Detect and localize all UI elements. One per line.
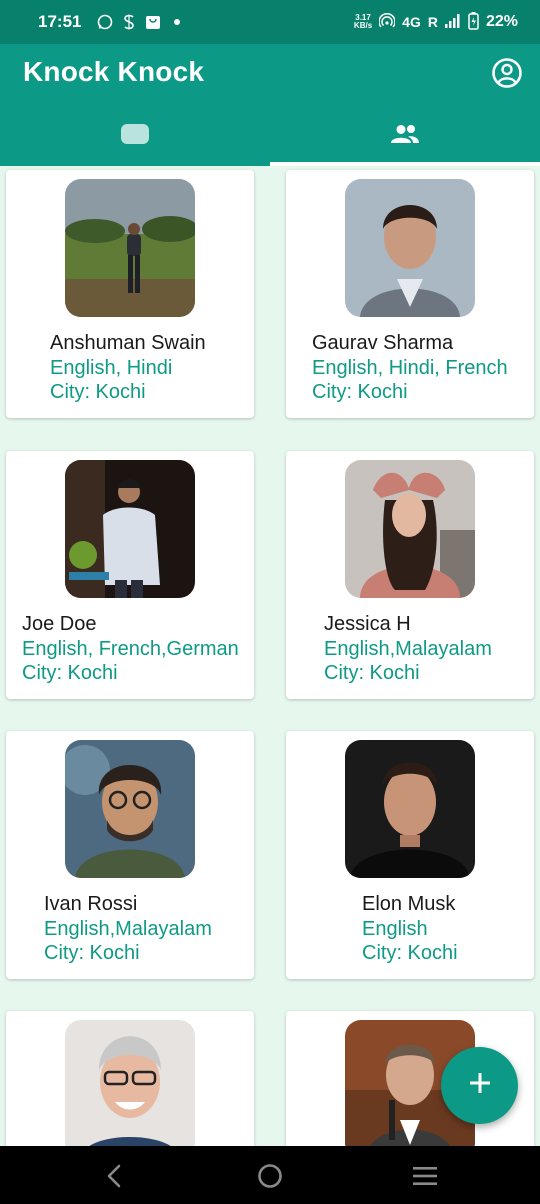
contact-city: City: Kochi [324,662,420,684]
contact-city: City: Kochi [50,381,146,403]
chat-bubble-icon [120,123,150,150]
bag-icon [145,14,161,30]
contact-name: Joe Doe [22,613,97,635]
contact-languages: English [362,918,428,940]
contact-name: Jessica H [324,613,411,635]
status-time: 17:51 [38,12,82,31]
battery-percentage: 22% [485,13,518,30]
back-icon[interactable] [101,1163,127,1189]
contact-photo [345,179,475,317]
home-icon[interactable] [257,1163,283,1189]
net-speed: 3.17 KB/s [354,14,372,30]
contact-card[interactable] [6,1011,254,1146]
contact-name: Elon Musk [362,893,456,915]
tab-chats[interactable] [0,106,270,166]
contact-card[interactable]: Elon Musk English City: Kochi [286,731,534,979]
dot-icon [169,14,185,30]
contact-languages: English,Malayalam [44,918,212,940]
recents-icon[interactable] [412,1163,438,1189]
app-root: { "status_bar": { "time": "17:51", "net_… [0,0,540,1204]
contact-city: City: Kochi [22,662,118,684]
contact-languages: English, Hindi [50,357,173,379]
contact-photo [345,460,475,598]
contact-info: Joe Doe English, French,German City: Koc… [22,612,239,685]
contact-languages: English, Hindi, French [312,357,508,379]
contact-info: Elon Musk English City: Kochi [362,892,458,965]
contact-name: Ivan Rossi [44,893,138,915]
tab-bar [0,106,540,166]
contact-photo [65,460,195,598]
whatsapp-icon [97,14,113,30]
contact-name: Gaurav Sharma [312,332,454,354]
network-type: 4G [402,14,421,30]
add-contact-button[interactable] [441,1047,518,1124]
contact-info: Gaurav Sharma English, Hindi, French Cit… [312,331,508,404]
contact-city: City: Kochi [44,942,140,964]
roaming-indicator: R [427,14,438,30]
contact-name: Anshuman Swain [50,332,206,354]
battery-icon [468,11,479,33]
account-circle-icon[interactable] [491,57,523,89]
contact-info: Jessica H English,Malayalam City: Kochi [324,612,492,685]
app-notification-icon [121,14,137,30]
contact-photo [345,740,475,878]
signal-icon [444,13,461,31]
contact-card[interactable]: Gaurav Sharma English, Hindi, French Cit… [286,170,534,418]
hotspot-icon [378,12,396,32]
contact-languages: English,Malayalam [324,638,492,660]
tab-people[interactable] [270,106,540,166]
contact-photo [65,1020,195,1146]
app-bar: Knock Knock [0,44,540,166]
contact-grid: Anshuman Swain English, Hindi City: Koch… [0,166,540,1146]
contact-city: City: Kochi [312,381,408,403]
contact-info: Anshuman Swain English, Hindi City: Koch… [50,331,206,404]
contact-photo [65,740,195,878]
people-icon [390,123,420,150]
add-icon [468,1071,492,1100]
contact-card[interactable]: Ivan Rossi English,Malayalam City: Kochi [6,731,254,979]
system-nav-bar [0,1146,540,1204]
contact-city: City: Kochi [362,942,458,964]
contact-languages: English, French,German [22,638,239,660]
contact-info: Ivan Rossi English,Malayalam City: Kochi [44,892,212,965]
contact-photo [65,179,195,317]
app-title: Knock Knock [23,56,205,87]
contact-card[interactable]: Anshuman Swain English, Hindi City: Koch… [6,170,254,418]
contact-card[interactable]: Joe Doe English, French,German City: Koc… [6,451,254,699]
net-speed-unit: KB/s [353,21,373,30]
contact-card[interactable]: Jessica H English,Malayalam City: Kochi [286,451,534,699]
status-bar: 17:51 3.17 KB/s 4G R 22% [0,0,540,44]
